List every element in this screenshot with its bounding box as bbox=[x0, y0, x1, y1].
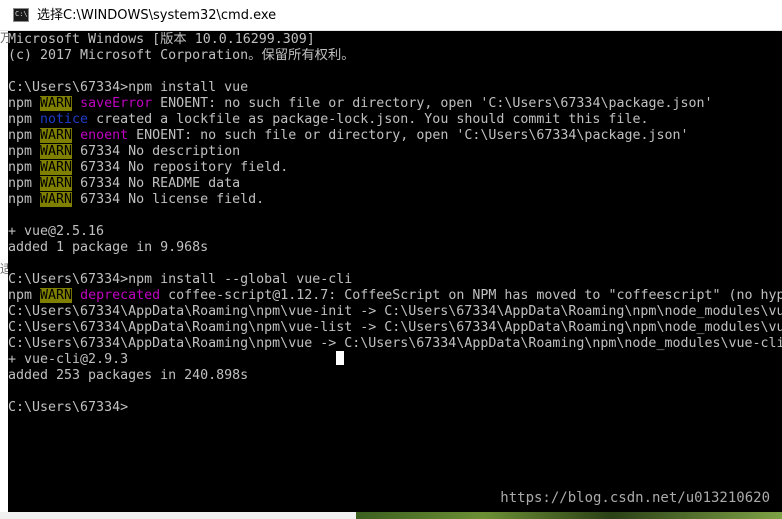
console-text: 67334 No license field. bbox=[72, 192, 265, 207]
console-text: npm bbox=[8, 176, 41, 191]
console-text: 67334 No repository field. bbox=[72, 160, 289, 175]
console-line: + vue-cli@2.9.3 bbox=[8, 352, 782, 368]
console-line: C:\Users\67334> bbox=[8, 400, 782, 416]
console-text: C:\Users\67334>npm install vue bbox=[8, 80, 249, 95]
console-line: C:\Users\67334>npm install --global vue-… bbox=[8, 272, 782, 288]
console-line: (c) 2017 Microsoft Corporation。保留所有权利。 bbox=[8, 48, 782, 64]
console-text: + vue-cli@2.9.3 bbox=[8, 352, 129, 367]
console-line: + vue@2.5.16 bbox=[8, 224, 782, 240]
console-line: C:\Users\67334\AppData\Roaming\npm\vue -… bbox=[8, 336, 782, 352]
console-line: npm WARN 67334 No description bbox=[8, 144, 782, 160]
console-line: npm WARN 67334 No README data bbox=[8, 176, 782, 192]
npm-warn-badge: WARN bbox=[40, 144, 73, 159]
console-text: C:\Users\67334\AppData\Roaming\npm\vue-i… bbox=[8, 304, 782, 319]
console-text: npm bbox=[8, 112, 41, 127]
watermark-text: https://blog.csdn.net/u013210620 bbox=[500, 490, 770, 506]
console-text: ENOENT: no such file or directory, open … bbox=[128, 128, 689, 143]
npm-warn-badge: WARN bbox=[40, 192, 73, 207]
npm-warn-badge: WARN bbox=[40, 176, 73, 191]
console-line: C:\Users\67334>npm install vue bbox=[8, 80, 782, 96]
npm-warn-badge: WARN bbox=[40, 128, 73, 143]
cmd-window: C:\ 选择C:\WINDOWS\system32\cmd.exe 万 适 Mi… bbox=[0, 0, 782, 519]
console-text: coffee-script@1.12.7: CoffeeScript on NP… bbox=[160, 288, 782, 303]
console-text: + vue@2.5.16 bbox=[8, 224, 105, 239]
console-text: added 1 package in 9.968s bbox=[8, 240, 209, 255]
window-title: 选择C:\WINDOWS\system32\cmd.exe bbox=[37, 8, 277, 23]
console-line: npm WARN 67334 No license field. bbox=[8, 192, 782, 208]
background-text-fragment: 万 bbox=[0, 31, 8, 45]
npm-warn-code: deprecated bbox=[80, 288, 161, 303]
console-line: npm WARN enoent ENOENT: no such file or … bbox=[8, 128, 782, 144]
console-text: C:\Users\67334\AppData\Roaming\npm\vue-l… bbox=[8, 320, 782, 335]
title-bar[interactable]: C:\ 选择C:\WINDOWS\system32\cmd.exe bbox=[0, 0, 782, 31]
console-text: 67334 No README data bbox=[72, 176, 241, 191]
text-cursor bbox=[336, 351, 344, 365]
console-text: npm bbox=[8, 96, 41, 111]
console-text: added 253 packages in 240.898s bbox=[8, 368, 249, 383]
console-line: npm WARN 67334 No repository field. bbox=[8, 160, 782, 176]
console-line: added 1 package in 9.968s bbox=[8, 240, 782, 256]
npm-warn-code: enoent bbox=[80, 128, 129, 143]
console-text: npm bbox=[8, 144, 41, 159]
console-text: C:\Users\67334\AppData\Roaming\npm\vue -… bbox=[8, 336, 782, 351]
npm-warn-badge: WARN bbox=[40, 160, 73, 175]
console-line: npm WARN deprecated coffee-script@1.12.7… bbox=[8, 288, 782, 304]
npm-notice-label: notice bbox=[40, 112, 89, 127]
cmd-app-icon[interactable]: C:\ bbox=[13, 8, 29, 22]
console-line: npm WARN saveError ENOENT: no such file … bbox=[8, 96, 782, 112]
console-text: npm bbox=[8, 160, 41, 175]
console-line: C:\Users\67334\AppData\Roaming\npm\vue-l… bbox=[8, 320, 782, 336]
console-text: npm bbox=[8, 288, 41, 303]
npm-warn-badge: WARN bbox=[40, 96, 73, 111]
npm-warn-code: saveError bbox=[80, 96, 153, 111]
desktop-wallpaper-fragment bbox=[356, 512, 782, 519]
console-text: created a lockfile as package-lock.json.… bbox=[88, 112, 649, 127]
console-text: npm bbox=[8, 128, 41, 143]
console-line: Microsoft Windows [版本 10.0.16299.309] bbox=[8, 32, 782, 48]
console-text: npm bbox=[8, 192, 41, 207]
npm-warn-badge: WARN bbox=[40, 288, 73, 303]
console-text: C:\Users\67334> bbox=[8, 400, 129, 415]
background-text-fragment: 适 bbox=[0, 262, 8, 276]
background-window-edge: 万 适 bbox=[0, 31, 8, 519]
console-text: Microsoft Windows [版本 10.0.16299.309] bbox=[8, 32, 315, 47]
console-line: C:\Users\67334\AppData\Roaming\npm\vue-i… bbox=[8, 304, 782, 320]
console-line: added 253 packages in 240.898s bbox=[8, 368, 782, 384]
console-text: (c) 2017 Microsoft Corporation。保留所有权利。 bbox=[8, 48, 355, 63]
console-output[interactable]: Microsoft Windows [版本 10.0.16299.309] (c)… bbox=[8, 32, 782, 512]
console-text: 67334 No description bbox=[72, 144, 241, 159]
console-text: C:\Users\67334>npm install --global vue-… bbox=[8, 272, 353, 287]
console-text: ENOENT: no such file or directory, open … bbox=[152, 96, 713, 111]
console-line: npm notice created a lockfile as package… bbox=[8, 112, 782, 128]
